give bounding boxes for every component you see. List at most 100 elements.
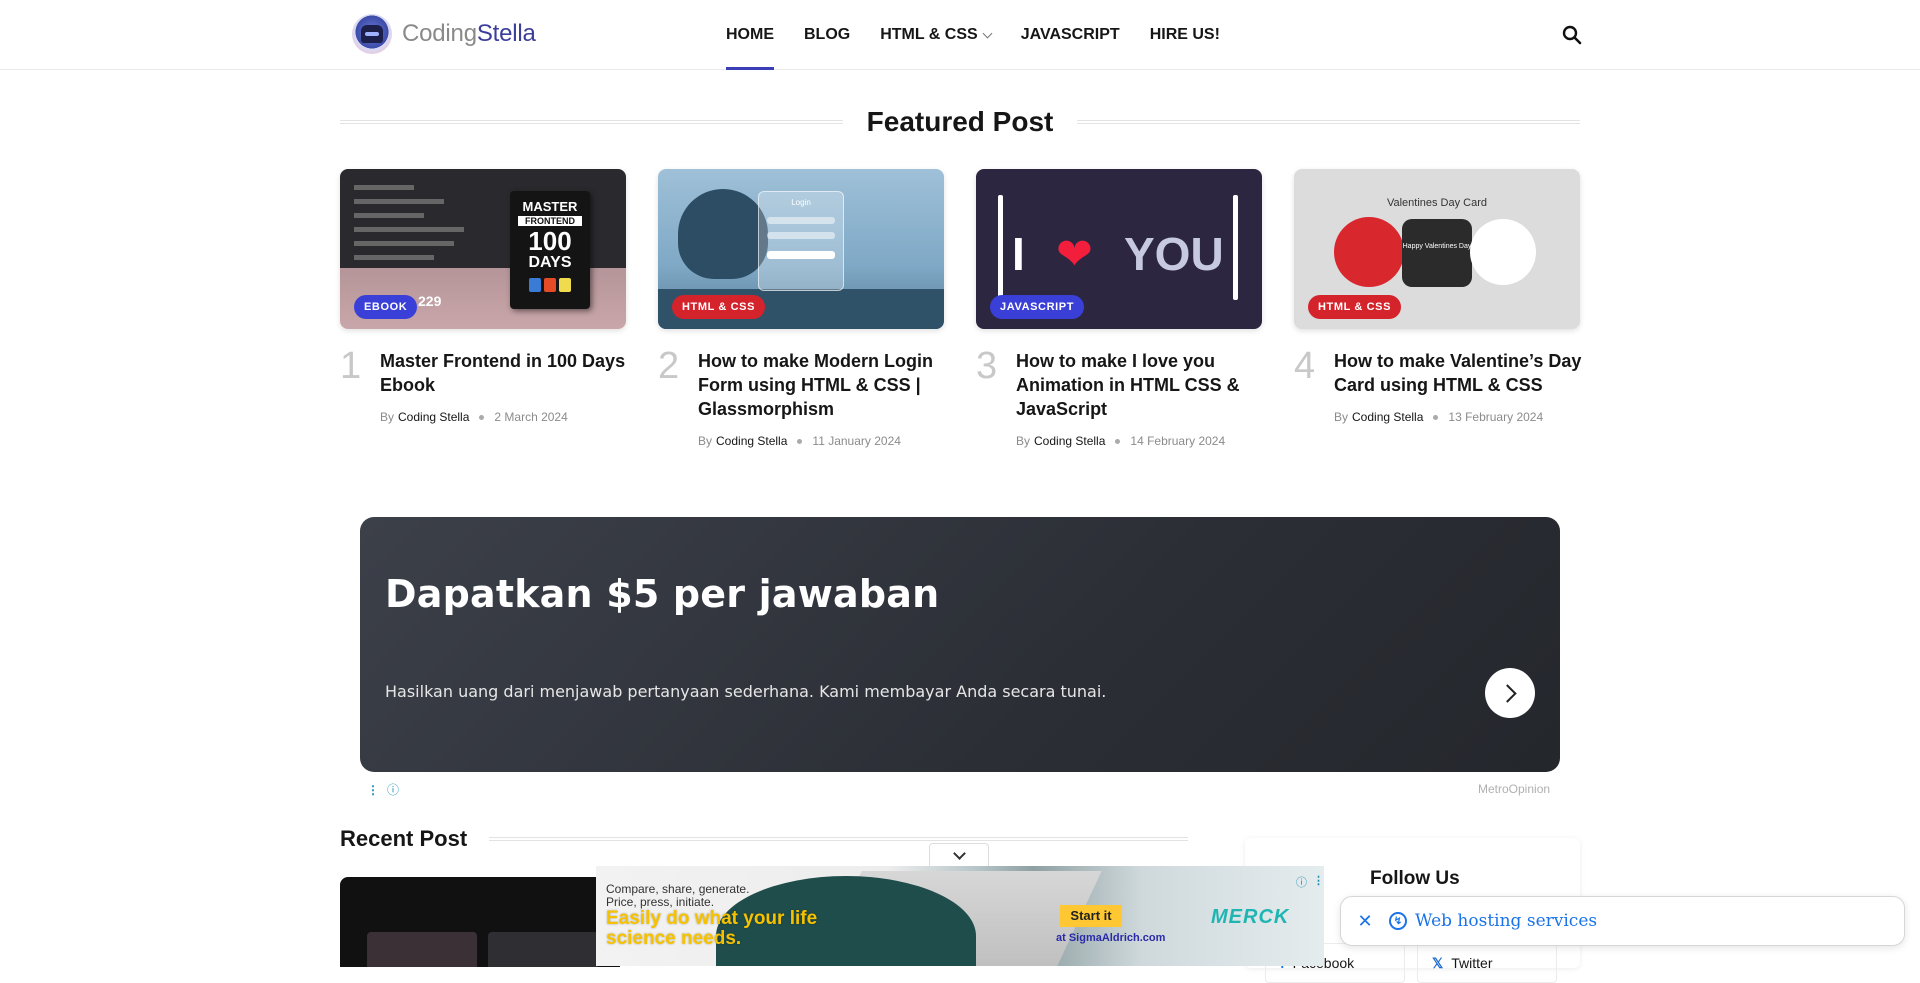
post-thumbnail[interactable]: MASTER FRONTEND 100 DAYS 229 EBOOK	[340, 169, 626, 329]
post-meta: By Coding Stella 11 January 2024	[698, 434, 901, 448]
post-meta: By Coding Stella 13 February 2024	[1334, 410, 1543, 424]
featured-card: Login HTML & CSS 2 How to make Modern Lo…	[658, 169, 944, 448]
category-badge[interactable]: EBOOK	[354, 295, 418, 319]
twitter-x-icon: 𝕏	[1432, 954, 1444, 971]
post-thumbnail[interactable]: I ❤ YOU JAVASCRIPT	[976, 169, 1262, 329]
category-badge[interactable]: HTML & CSS	[672, 295, 766, 319]
recent-heading: Recent Post	[340, 826, 1188, 852]
ad-next-button[interactable]	[1485, 668, 1535, 718]
heart-icon: ❤	[1056, 230, 1093, 279]
ad-info-controls: ⓘ ⋮	[1296, 874, 1324, 890]
social-twitter-button[interactable]: 𝕏 Twitter	[1417, 943, 1557, 983]
ad-controls: ⋮ ⓘ	[367, 781, 399, 798]
post-date: 13 February 2024	[1448, 410, 1544, 424]
ad-collapse-button[interactable]	[929, 843, 989, 868]
post-rank: 3	[976, 345, 998, 387]
nav-item-hire-us[interactable]: HIRE US!	[1150, 0, 1220, 70]
ad-text: Hasilkan uang dari menjawab pertanyaan s…	[385, 682, 1107, 701]
meta-by: By	[380, 410, 395, 424]
recent-post-thumbnail[interactable]	[340, 877, 620, 967]
meta-separator	[1432, 413, 1440, 421]
love-i-text: I	[1012, 228, 1025, 280]
ad-info-icon[interactable]: ⓘ	[387, 781, 399, 798]
meta-separator	[1114, 437, 1122, 445]
main-nav: HOME BLOG HTML & CSS JAVASCRIPT HIRE US!	[726, 0, 1250, 70]
post-date: 2 March 2024	[494, 410, 568, 424]
recent-title: Recent Post	[340, 826, 468, 851]
love-you-text: YOU	[1124, 228, 1224, 280]
logo-text: CodingStella	[402, 20, 536, 47]
close-icon[interactable]: ✕	[1355, 911, 1375, 932]
category-badge[interactable]: JAVASCRIPT	[990, 295, 1085, 319]
ad-cta-button[interactable]: Start it	[1060, 905, 1122, 927]
post-author[interactable]: Coding Stella	[398, 410, 469, 424]
lightning-icon: ↯	[1389, 912, 1407, 930]
post-meta: By Coding Stella 2 March 2024	[380, 410, 568, 424]
chevron-down-icon	[982, 28, 993, 38]
nav-item-html-css-label: HTML & CSS	[880, 26, 978, 43]
valentine-title: Valentines Day Card	[1386, 197, 1488, 209]
featured-title: Featured Post	[866, 106, 1054, 137]
featured-card: MASTER FRONTEND 100 DAYS 229 EBOOK 1 Mas…	[340, 169, 626, 424]
ad-info-icon[interactable]: ⓘ	[1296, 874, 1307, 890]
ebook-price: 229	[418, 293, 442, 309]
ebook-cover: MASTER FRONTEND 100 DAYS	[510, 191, 590, 309]
meta-by: By	[1334, 410, 1349, 424]
post-meta: By Coding Stella 14 February 2024	[1016, 434, 1225, 448]
post-date: 14 February 2024	[1130, 434, 1226, 448]
thumb-list	[354, 181, 474, 269]
featured-card: I ❤ YOU JAVASCRIPT 3 How to make I love …	[976, 169, 1262, 448]
ad-headline: Easily do what your life science needs.	[606, 908, 818, 949]
ad-brand-logo: MERCK	[1211, 906, 1290, 928]
post-author[interactable]: Coding Stella	[1352, 410, 1423, 424]
login-form-preview: Login	[758, 191, 844, 291]
post-author[interactable]: Coding Stella	[1034, 434, 1105, 448]
site-logo[interactable]: CodingStella	[352, 14, 536, 54]
divider	[489, 837, 1188, 841]
post-title[interactable]: How to make I love you Animation in HTML…	[1016, 349, 1264, 421]
nav-item-html-css[interactable]: HTML & CSS	[880, 0, 993, 70]
featured-card: Valentines Day Card Happy Valentines Day…	[1294, 169, 1581, 424]
ad-options-icon[interactable]: ⋮	[1313, 874, 1324, 890]
post-date: 11 January 2024	[812, 434, 901, 448]
post-thumbnail[interactable]: Login HTML & CSS	[658, 169, 944, 329]
logo-badge-icon	[352, 14, 392, 54]
chevron-down-icon	[952, 847, 966, 860]
red-heart-shape	[1334, 217, 1404, 287]
ad-small-text: Compare, share, generate. Price, press, …	[606, 882, 750, 909]
ad-options-icon[interactable]: ⋮	[367, 783, 379, 797]
divider	[340, 120, 843, 124]
search-suggestion-popup[interactable]: ✕ ↯ Web hosting services	[1340, 896, 1905, 946]
nav-item-blog[interactable]: BLOG	[804, 0, 850, 70]
post-rank: 2	[658, 345, 680, 387]
ad-banner[interactable]: Dapatkan $5 per jawaban Hasilkan uang da…	[360, 517, 1560, 772]
featured-heading: Featured Post	[340, 106, 1581, 138]
meta-by: By	[1016, 434, 1031, 448]
meta-separator	[796, 437, 804, 445]
follow-title: Follow Us	[1370, 868, 1460, 889]
ad-title: Dapatkan $5 per jawaban	[385, 572, 940, 616]
ad-source[interactable]: MetroOpinion	[1478, 782, 1550, 796]
ad-url[interactable]: at SigmaAldrich.com	[1056, 932, 1165, 944]
post-rank: 1	[340, 345, 362, 387]
white-heart-shape	[1470, 219, 1536, 285]
valentine-card-text: Happy Valentines Day	[1402, 219, 1472, 287]
chevron-right-icon	[1498, 683, 1517, 703]
site-header: CodingStella HOME BLOG HTML & CSS JAVASC…	[0, 0, 1920, 70]
meta-by: By	[698, 434, 713, 448]
category-badge[interactable]: HTML & CSS	[1308, 295, 1402, 319]
nav-item-home[interactable]: HOME	[726, 0, 774, 70]
nav-item-javascript[interactable]: JAVASCRIPT	[1021, 0, 1120, 70]
post-title[interactable]: Master Frontend in 100 Days Ebook	[380, 349, 628, 397]
search-icon[interactable]	[1562, 25, 1582, 45]
meta-separator	[478, 413, 486, 421]
sticky-bottom-ad[interactable]: Compare, share, generate. Price, press, …	[596, 866, 1324, 966]
post-title[interactable]: How to make Modern Login Form using HTML…	[698, 349, 946, 421]
social-label: Twitter	[1451, 955, 1493, 971]
tree-shape	[678, 189, 768, 279]
post-title[interactable]: How to make Valentine’s Day Card using H…	[1334, 349, 1582, 397]
post-thumbnail[interactable]: Valentines Day Card Happy Valentines Day…	[1294, 169, 1580, 329]
divider	[1077, 120, 1581, 124]
post-author[interactable]: Coding Stella	[716, 434, 787, 448]
popup-text[interactable]: Web hosting services	[1415, 911, 1597, 931]
